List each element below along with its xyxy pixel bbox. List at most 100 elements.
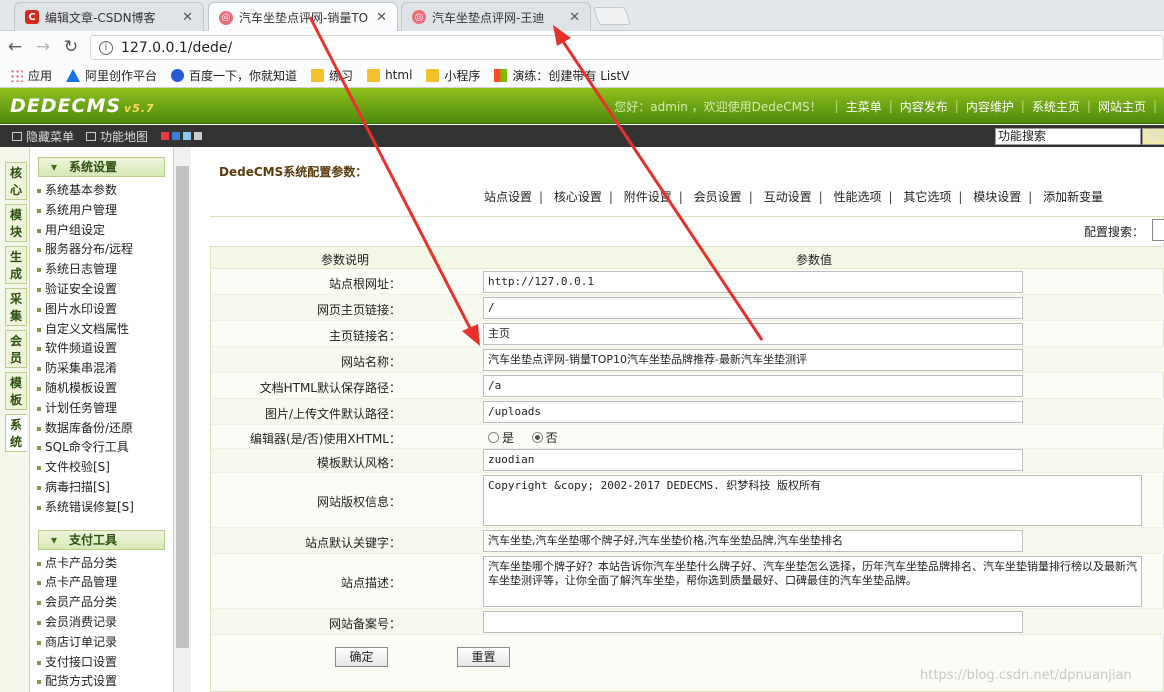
vtab-template[interactable]: 模板 <box>5 372 27 410</box>
tab-core-settings[interactable]: 核心设置 <box>554 190 602 204</box>
xhtml-yes-radio[interactable] <box>488 432 499 443</box>
html-path-input[interactable]: /a <box>483 375 1023 397</box>
close-icon[interactable]: ✕ <box>569 10 580 25</box>
sidebar-item[interactable]: 系统用户管理 <box>30 201 173 221</box>
tab-attachment-settings[interactable]: 附件设置 <box>624 190 672 204</box>
sidebar-item[interactable]: 配货方式设置 <box>30 672 173 692</box>
sidebar-item[interactable]: 系统日志管理 <box>30 260 173 280</box>
sidebar-section-header[interactable]: 系统设置 <box>38 157 165 177</box>
site-name-input[interactable]: 汽车坐垫点评网-销量TOP10汽车坐垫品牌推荐-最新汽车坐垫测评 <box>483 349 1023 371</box>
nav-site-home[interactable]: 网站主页 <box>1098 98 1146 115</box>
keywords-input[interactable]: 汽车坐垫,汽车坐垫哪个牌子好,汽车坐垫价格,汽车坐垫品牌,汽车坐垫排名 <box>483 530 1023 552</box>
sidebar-item[interactable]: 软件频道设置 <box>30 339 173 359</box>
config-tabs: 站点设置 | 核心设置 | 附件设置 | 会员设置 | 互动设置 | 性能选项 | 其它选项… <box>484 190 1104 204</box>
tab-csdn[interactable]: C 编辑文章-CSDN博客 ✕ <box>14 2 204 31</box>
tab-add-variable[interactable]: 添加新变量 <box>1043 190 1103 204</box>
sidebar-item[interactable]: 服务器分布/远程 <box>30 240 173 260</box>
sidebar-item[interactable]: 防采集串混淆 <box>30 359 173 379</box>
sidebar-item[interactable]: 商店订单记录 <box>30 633 173 653</box>
tab-module-settings[interactable]: 模块设置 <box>973 190 1021 204</box>
vtab-generate[interactable]: 生成 <box>5 246 27 284</box>
sidebar-item[interactable]: 验证安全设置 <box>30 280 173 300</box>
sidebar-item[interactable]: 图片水印设置 <box>30 300 173 320</box>
tab-site-settings[interactable]: 站点设置 <box>484 190 532 204</box>
template-style-input[interactable]: zuodian <box>483 449 1023 471</box>
sidebar-item[interactable]: 自定义文档属性 <box>30 320 173 340</box>
field-label: 主页链接名： <box>328 329 401 343</box>
bookmark-baidu[interactable]: 百度一下，你就知道 <box>171 67 297 84</box>
sidebar-item[interactable]: 用户组设定 <box>30 221 173 241</box>
hide-menu-button[interactable]: 隐藏菜单 <box>12 128 74 145</box>
function-search-button[interactable]: 搜索 <box>1142 128 1164 145</box>
info-icon[interactable]: i <box>99 40 113 55</box>
skin-swatch[interactable] <box>161 132 170 140</box>
sidebar-item[interactable]: 系统错误修复[S] <box>30 498 173 518</box>
description-textarea[interactable]: 汽车坐垫哪个牌子好？本站告诉你汽车坐垫什么牌子好、汽车坐垫怎么选择，历年汽车坐垫… <box>483 556 1142 607</box>
home-link-input[interactable]: / <box>483 297 1023 319</box>
reload-icon[interactable]: ↻ <box>58 37 84 57</box>
bookmark-practice[interactable]: 练习 <box>311 67 353 84</box>
vtab-core[interactable]: 核心 <box>5 162 27 200</box>
vtab-collect[interactable]: 采集 <box>5 288 27 326</box>
icp-input[interactable] <box>483 611 1023 633</box>
tab-interaction-settings[interactable]: 互动设置 <box>764 190 812 204</box>
tab-other[interactable]: 其它选项 <box>903 190 951 204</box>
tab-performance[interactable]: 性能选项 <box>833 190 881 204</box>
sidebar-item[interactable]: SQL命令行工具 <box>30 438 173 458</box>
sidebar-item[interactable]: 支付接口设置 <box>30 653 173 673</box>
sidebar-item[interactable]: 点卡产品管理 <box>30 573 173 593</box>
bookmark-apps[interactable]: 应用 <box>10 67 52 84</box>
row-home-name: 主页链接名： 主页 <box>211 321 1164 347</box>
xhtml-no-radio[interactable] <box>531 432 543 443</box>
sidebar-item[interactable]: 计划任务管理 <box>30 399 173 419</box>
function-map-button[interactable]: 功能地图 <box>86 128 148 145</box>
sidebar-item[interactable]: 系统基本参数 <box>30 181 173 201</box>
sidebar-item[interactable]: 文件校验[S] <box>30 458 173 478</box>
vtab-module[interactable]: 模块 <box>5 204 27 242</box>
vtab-system[interactable]: 系统 <box>5 414 27 452</box>
forward-icon[interactable]: → <box>30 37 56 57</box>
new-tab-button[interactable] <box>593 7 631 25</box>
function-search-input[interactable]: 功能搜索 <box>995 128 1141 145</box>
hide-menu-label: 隐藏菜单 <box>26 129 75 144</box>
nav-maintain[interactable]: 内容维护 <box>966 98 1014 115</box>
sidebar-item[interactable]: 数据库备份/还原 <box>30 419 173 439</box>
bookmark-ali[interactable]: 阿里创作平台 <box>66 67 157 84</box>
hide-menu-icon <box>12 131 22 141</box>
address-bar[interactable]: i 127.0.0.1/dede/ <box>90 35 1164 60</box>
skin-swatch[interactable] <box>183 132 192 140</box>
reset-button[interactable]: 重置 <box>457 647 510 667</box>
bookmark-listview[interactable]: 演练：创建带有 ListV <box>494 67 629 84</box>
watermark: https://blog.csdn.net/dpnuanjian <box>920 668 1132 683</box>
sidebar-item[interactable]: 病毒扫描[S] <box>30 478 173 498</box>
function-map-label: 功能地图 <box>100 129 149 144</box>
module-vertical-tabs: 核心 模块 生成 采集 会员 模板 系统 <box>0 147 30 692</box>
bookmark-html[interactable]: html <box>367 68 412 82</box>
tab-member-settings[interactable]: 会员设置 <box>694 190 742 204</box>
root-url-input[interactable]: http://127.0.0.1 <box>483 271 1023 293</box>
nav-system-home[interactable]: 系统主页 <box>1032 98 1080 115</box>
nav-publish[interactable]: 内容发布 <box>900 98 948 115</box>
config-search-input[interactable] <box>1152 219 1164 241</box>
close-icon[interactable]: ✕ <box>182 10 193 25</box>
sidebar-item[interactable]: 随机模板设置 <box>30 379 173 399</box>
vtab-member[interactable]: 会员 <box>5 330 27 368</box>
sidebar-section-header[interactable]: 支付工具 <box>38 529 165 550</box>
scrollbar-thumb[interactable] <box>176 166 189 648</box>
skin-swatch[interactable] <box>194 132 203 140</box>
apps-icon <box>10 68 23 82</box>
sidebar-item[interactable]: 点卡产品分类 <box>30 554 173 574</box>
sidebar-item[interactable]: 会员消费记录 <box>30 613 173 633</box>
tab-site-active[interactable]: ◎ 汽车坐垫点评网-销量TOP ✕ <box>208 2 398 32</box>
bookmark-miniprogram[interactable]: 小程序 <box>426 67 480 84</box>
sidebar-item[interactable]: 会员产品分类 <box>30 593 173 613</box>
close-icon[interactable]: ✕ <box>376 10 387 25</box>
back-icon[interactable]: ← <box>2 37 28 57</box>
home-name-input[interactable]: 主页 <box>483 323 1023 345</box>
upload-path-input[interactable]: /uploads <box>483 401 1023 423</box>
tab-site-2[interactable]: ◎ 汽车坐垫点评网-王迪 ✕ <box>401 2 591 31</box>
skin-swatch[interactable] <box>172 132 181 140</box>
copyright-textarea[interactable]: Copyright &copy; 2002-2017 DEDECMS. 织梦科技… <box>483 475 1142 526</box>
ok-button[interactable]: 确定 <box>335 647 388 667</box>
nav-main-menu[interactable]: 主菜单 <box>846 98 882 115</box>
